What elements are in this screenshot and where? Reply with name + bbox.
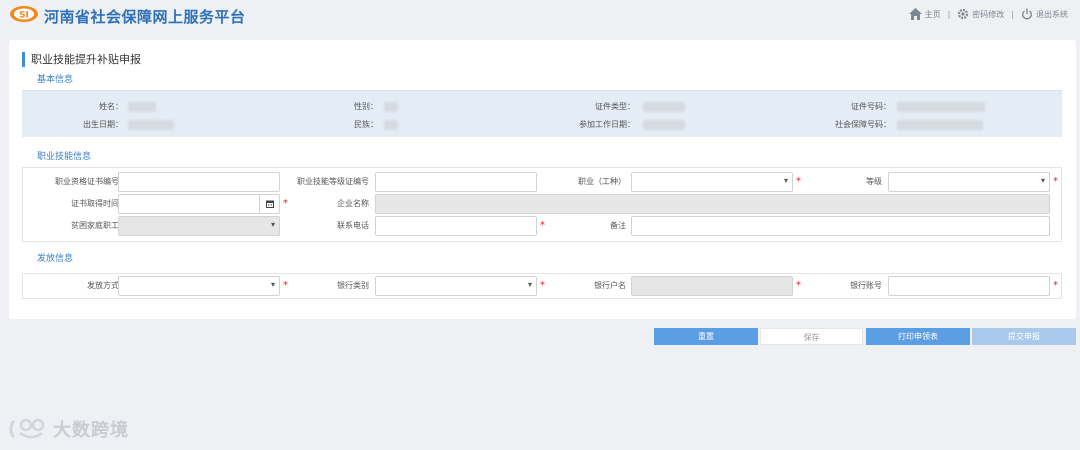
id-type-value [643, 102, 685, 112]
occupation-label: 职业（工种） [578, 177, 626, 186]
reset-button[interactable]: 重置 [654, 328, 758, 345]
social-security-no-label: 社会保障号码： [835, 120, 891, 129]
submit-button[interactable]: 提交申报 [972, 328, 1076, 345]
watermark-logo-icon [9, 418, 45, 439]
remark-label: 备注 [610, 221, 626, 230]
account-name-input[interactable] [631, 276, 793, 296]
poor-family-label: 贫困家庭职工 [71, 221, 119, 230]
skill-info-form: 职业资格证书编号 职业技能等级证编号 职业（工种） * 等级 * 证书取得时间 … [22, 167, 1062, 242]
ethnicity-value [384, 120, 398, 130]
home-label: 主页 [924, 9, 941, 19]
page-title: 职业技能提升补贴申报 [22, 52, 141, 67]
payment-info-title: 发放信息 [37, 254, 74, 264]
skill-info-title: 职业技能信息 [37, 152, 92, 162]
basic-info-title: 基本信息 [37, 75, 74, 85]
cert-no-input[interactable] [118, 172, 280, 192]
remark-input[interactable] [631, 216, 1050, 236]
occupation-select[interactable] [631, 172, 793, 192]
name-value [128, 102, 156, 112]
work-start-date-label: 参加工作日期： [579, 120, 635, 129]
gear-icon [958, 8, 969, 20]
watermark: 大数跨境 [8, 416, 129, 442]
payment-info-form: 发放方式 * 银行类别 * 银行户名 * 银行账号 * [22, 273, 1062, 299]
required-mark: * [1053, 280, 1058, 291]
name-label: 姓名： [99, 102, 123, 111]
phone-label: 联系电话 [337, 221, 369, 230]
birth-date-value [128, 120, 174, 130]
home-link[interactable]: 主页 [908, 8, 941, 20]
bank-type-label: 银行类别 [337, 281, 369, 290]
level-label: 等级 [866, 177, 882, 186]
svg-text:SI: SI [19, 11, 29, 21]
ethnicity-label: 民族： [354, 120, 378, 129]
account-no-label: 银行账号 [850, 281, 882, 290]
company-name-label: 企业名称 [337, 199, 369, 208]
cert-no-label: 职业资格证书编号 [55, 177, 119, 186]
nav-divider: | [947, 9, 951, 19]
save-button[interactable]: 保存 [760, 328, 863, 345]
payment-method-label: 发放方式 [87, 281, 119, 290]
id-type-label: 证件类型： [595, 102, 635, 111]
skill-level-cert-no-input[interactable] [375, 172, 537, 192]
required-mark: * [1053, 176, 1058, 187]
company-name-input[interactable] [375, 194, 1050, 214]
account-no-input[interactable] [888, 276, 1050, 296]
work-start-date-value [643, 120, 685, 130]
cert-date-label: 证书取得时间 [71, 199, 119, 208]
print-form-button[interactable]: 打印申领表 [866, 328, 970, 345]
top-nav: 主页 | 密码修改 | 退出系统 [908, 6, 1068, 22]
app-title: 河南省社会保障网上服务平台 [44, 8, 246, 26]
payment-method-select[interactable] [118, 276, 280, 296]
bank-type-select[interactable] [375, 276, 537, 296]
basic-info-box: 姓名： 性别： 证件类型： 证件号码： 出生日期： 民族： 参加工作日期： 社会… [22, 90, 1062, 137]
change-password-label: 密码修改 [972, 9, 1005, 19]
gender-label: 性别： [354, 102, 378, 111]
id-number-label: 证件号码： [851, 102, 891, 111]
poor-family-select[interactable] [118, 216, 280, 236]
social-security-no-value [897, 120, 983, 130]
power-icon [1022, 8, 1032, 20]
cert-date-input[interactable] [118, 194, 280, 214]
account-name-label: 银行户名 [594, 281, 626, 290]
nav-divider: | [1011, 9, 1014, 19]
logout-label: 退出系统 [1036, 9, 1068, 19]
home-icon [908, 8, 922, 20]
top-header: SI 河南省社会保障网上服务平台 主页 | 密码修改 | 退出系统 [0, 0, 1080, 30]
gender-value [384, 102, 398, 112]
main-panel: 职业技能提升补贴申报 基本信息 姓名： 性别： 证件类型： 证件号码： 出生日期… [9, 40, 1076, 319]
logout-link[interactable]: 退出系统 [1021, 8, 1068, 20]
phone-input[interactable] [375, 216, 537, 236]
skill-level-cert-no-label: 职业技能等级证编号 [297, 177, 369, 186]
watermark-text: 大数跨境 [53, 420, 129, 441]
basic-info-row: 出生日期： 民族： 参加工作日期： 社会保障号码： [22, 117, 1062, 133]
birth-date-label: 出生日期： [83, 120, 123, 129]
level-select[interactable] [888, 172, 1050, 192]
basic-info-row: 姓名： 性别： 证件类型： 证件号码： [22, 99, 1062, 115]
social-security-logo-icon: SI [10, 6, 38, 22]
change-password-link[interactable]: 密码修改 [957, 8, 1004, 20]
id-number-value [897, 102, 985, 112]
